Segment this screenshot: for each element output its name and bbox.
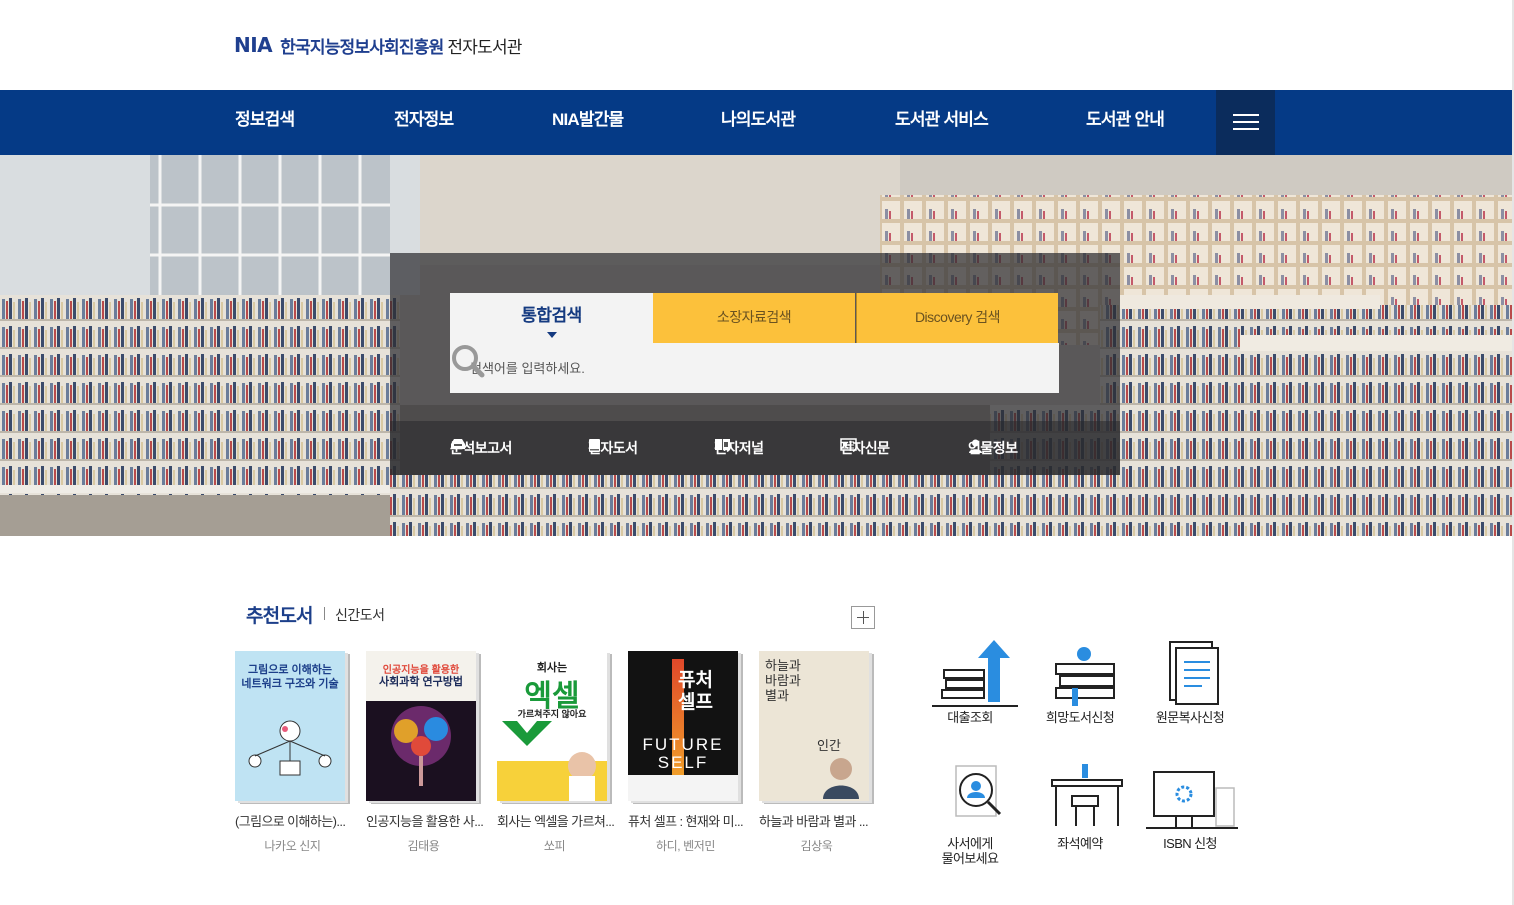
network-illustration xyxy=(248,720,332,776)
nav-item-library-services[interactable]: 도서관 서비스 xyxy=(895,90,989,155)
tab-discovery-search[interactable]: Discovery 검색 xyxy=(856,293,1058,343)
cover-text: 네트워크 구조와 기술 xyxy=(241,678,339,690)
service-seat-reservation[interactable]: 좌석예약 xyxy=(1025,760,1135,851)
service-label: 원문복사신청 xyxy=(1155,710,1225,725)
open-book-icon xyxy=(715,439,730,450)
cover-text: 가르쳐주지 않아요 xyxy=(517,709,587,719)
document-copy-icon xyxy=(1169,641,1219,705)
quick-link-people[interactable]: 인물정보 xyxy=(968,438,1018,458)
quick-link-ebooks[interactable]: 전자도서 xyxy=(588,438,638,458)
cover-text: 셀프 xyxy=(678,692,713,713)
book-item[interactable]: 퓨처 셀프 FUTURE SELF 퓨처 셀프 : 현재와 미... 하디, 벤… xyxy=(628,651,744,861)
book-item[interactable]: 인공지능을 활용한 사회과학 연구방법 인공지능을 활용한 사... 김태용 xyxy=(366,651,484,861)
cover-text: 인간 xyxy=(817,739,841,754)
cover-title-block: 하늘과 바람과 별과 xyxy=(765,659,801,704)
service-label: 대출조회 xyxy=(947,710,993,725)
person-icon xyxy=(969,439,982,453)
cover-text: 별과 xyxy=(765,689,789,704)
cover-text: 하늘과 xyxy=(765,659,801,674)
quick-link-reports[interactable]: 분석보고서 xyxy=(450,438,512,458)
search-icon[interactable] xyxy=(450,343,486,379)
tray-icon xyxy=(451,439,465,449)
cover-text: SELF xyxy=(657,753,709,772)
nav-item-e-resources[interactable]: 전자정보 xyxy=(394,90,454,155)
divider xyxy=(324,607,325,620)
nav-item-library-guide[interactable]: 도서관 안내 xyxy=(1086,90,1165,155)
book-title[interactable]: (그림으로 이해하는)... xyxy=(235,811,355,830)
book-author: 김상욱 xyxy=(800,839,833,853)
service-label: 좌석예약 xyxy=(1057,836,1103,851)
new-books-tab[interactable]: 신간도서 xyxy=(335,605,385,625)
book-author: 하디, 벤저민 xyxy=(655,839,716,853)
book-title[interactable]: 회사는 엑셀을 가르쳐... xyxy=(497,811,617,830)
tab-holdings-search[interactable]: 소장자료검색 xyxy=(653,293,855,343)
newspaper-icon xyxy=(840,438,857,451)
more-plus-icon[interactable] xyxy=(851,606,875,629)
book-cover: 회사는 엑셀 가르쳐주지 않아요 xyxy=(497,651,607,801)
quick-link-ejournals[interactable]: 전자저널 xyxy=(714,438,764,458)
cover-text: 바람과 xyxy=(765,674,801,689)
author-photo xyxy=(823,758,859,799)
search-box xyxy=(450,343,1059,393)
quick-links-bar: 분석보고서 전자도서 전자저널 전자신문 인물정보 xyxy=(390,421,1120,475)
isbn-monitor-icon xyxy=(1146,771,1238,829)
book-cover: 그림으로 이해하는 네트워크 구조와 기술 xyxy=(235,651,345,801)
book-cover: 퓨처 셀프 FUTURE SELF xyxy=(628,651,738,801)
book-item[interactable]: 하늘과 바람과 별과 인간 하늘과 바람과 별과 ... 김상욱 xyxy=(759,651,874,861)
tab-integrated-search[interactable]: 통합검색 xyxy=(450,293,653,343)
book-cover: 인공지능을 활용한 사회과학 연구방법 xyxy=(366,651,476,801)
site-logo[interactable]: NIA 한국지능정보사회진흥원 전자도서관 xyxy=(234,33,522,57)
nav-item-my-library[interactable]: 나의도서관 xyxy=(721,90,796,155)
book-item[interactable]: 회사는 엑셀 가르쳐주지 않아요 회사는 엑셀을 가르쳐... 쏘피 xyxy=(497,651,615,861)
book-item[interactable]: 그림으로 이해하는 네트워크 구조와 기술 (그림으로 이해하는)... 나카오… xyxy=(235,651,350,861)
tree-illustration xyxy=(366,701,476,801)
service-isbn-request[interactable]: ISBN 신청 xyxy=(1135,760,1245,851)
hero-banner: 통합검색 소장자료검색 Discovery 검색 분석보고서 xyxy=(0,155,1512,536)
service-label: 희망도서신청 xyxy=(1045,710,1115,725)
tab-integrated-label: 통합검색 xyxy=(521,306,582,325)
service-label: ISBN 신청 xyxy=(1163,836,1217,851)
quick-link-enewspapers[interactable]: 전자신문 xyxy=(840,438,890,458)
book-icon xyxy=(589,439,600,452)
logo-lib-name: 전자도서관 xyxy=(447,37,522,57)
search-panel: 통합검색 소장자료검색 Discovery 검색 분석보고서 xyxy=(390,253,1120,475)
recommended-books-tab[interactable]: 추천도서 xyxy=(246,601,314,628)
main-nav: 정보검색 전자정보 NIA발간물 나의도서관 도서관 서비스 도서관 안내 xyxy=(0,90,1512,155)
book-title[interactable]: 퓨처 셀프 : 현재와 미... xyxy=(628,811,748,830)
service-ask-librarian[interactable]: 사서에게 물어보세요 xyxy=(915,760,1025,866)
book-title[interactable]: 인공지능을 활용한 사... xyxy=(366,811,486,830)
service-book-request[interactable]: 희망도서신청 xyxy=(1025,630,1135,725)
hamburger-icon[interactable] xyxy=(1216,90,1275,155)
seat-reservation-icon xyxy=(1051,764,1123,826)
ask-librarian-icon xyxy=(955,765,1002,817)
nav-item-publications[interactable]: NIA발간물 xyxy=(552,90,624,155)
books-upload-icon xyxy=(932,640,1018,707)
logo-org-name: 한국지능정보사회진흥원 xyxy=(280,37,444,57)
check-illustration xyxy=(497,721,607,801)
service-document-copy[interactable]: 원문복사신청 xyxy=(1135,630,1245,725)
book-author: 쏘피 xyxy=(543,839,566,853)
nav-item-search[interactable]: 정보검색 xyxy=(235,90,295,155)
book-author: 김태용 xyxy=(407,839,440,853)
book-title[interactable]: 하늘과 바람과 별과 ... xyxy=(759,811,879,830)
book-cover: 하늘과 바람과 별과 인간 xyxy=(759,651,869,801)
cover-text: 사회과학 연구방법 xyxy=(378,676,463,688)
service-label: 사서에게 물어보세요 xyxy=(941,836,999,866)
book-request-icon xyxy=(1055,647,1115,706)
search-input[interactable] xyxy=(470,353,990,383)
book-author: 나카오 신지 xyxy=(264,839,321,853)
logo-abbr: NIA xyxy=(234,33,273,57)
service-loan-inquiry[interactable]: 대출조회 xyxy=(915,630,1025,725)
cover-band xyxy=(628,775,738,801)
site-header: NIA 한국지능정보사회진흥원 전자도서관 xyxy=(0,0,1514,90)
caret-down-icon xyxy=(546,332,557,338)
cover-text: FUTURE xyxy=(642,735,724,754)
